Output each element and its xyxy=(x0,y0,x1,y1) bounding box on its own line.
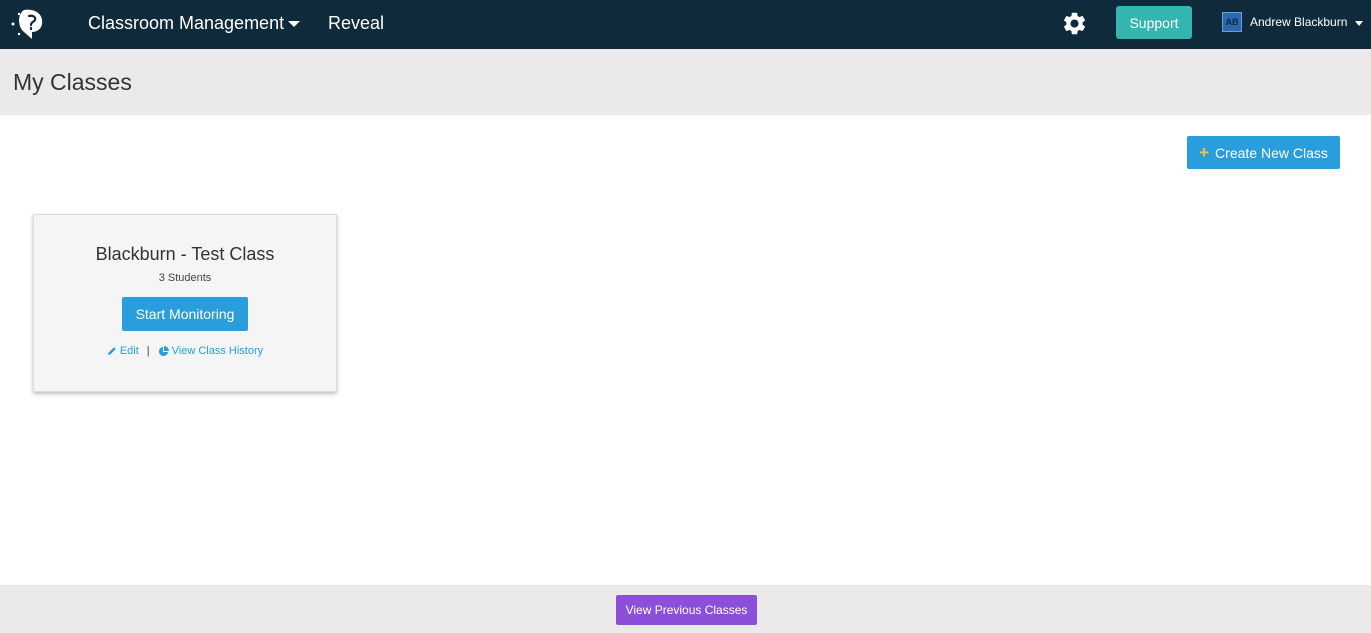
classroom-management-menu[interactable]: Classroom Management xyxy=(88,12,301,34)
user-name: Andrew Blackburn xyxy=(1250,15,1348,29)
class-name: Blackburn - Test Class xyxy=(95,244,275,264)
page-title: My Classes xyxy=(13,69,132,95)
top-navigation-bar: Classroom Management Reveal Support AB A… xyxy=(0,0,1371,49)
user-menu[interactable]: AB Andrew Blackburn xyxy=(1222,12,1364,32)
view-class-history-label: View Class History xyxy=(171,345,264,357)
create-new-class-button[interactable]: + Create New Class xyxy=(1187,136,1340,169)
view-class-history-link[interactable]: View Class History xyxy=(158,345,264,357)
support-button[interactable]: Support xyxy=(1116,6,1192,39)
link-separator: | xyxy=(146,345,150,357)
student-count: 3 Students xyxy=(158,272,212,284)
pencil-icon xyxy=(107,347,116,355)
start-monitoring-button[interactable]: Start Monitoring xyxy=(122,297,248,331)
edit-class-link[interactable]: Edit xyxy=(107,345,139,357)
pie-chart-icon xyxy=(158,345,169,356)
brand-logo-icon[interactable] xyxy=(10,6,46,42)
avatar: AB xyxy=(1222,12,1242,32)
footer-bar: View Previous Classes xyxy=(0,585,1371,633)
classroom-management-label: Classroom Management xyxy=(88,13,285,33)
chevron-down-icon xyxy=(288,21,301,27)
class-card-links: Edit | View Class History xyxy=(34,345,336,357)
gear-icon[interactable] xyxy=(1061,10,1088,37)
reveal-link[interactable]: Reveal xyxy=(328,12,384,34)
plus-icon: + xyxy=(1199,142,1210,162)
class-card: Blackburn - Test Class 3 Students Start … xyxy=(33,214,337,392)
edit-label: Edit xyxy=(119,345,139,357)
page-header: My Classes xyxy=(0,49,1371,115)
create-new-class-label: Create New Class xyxy=(1215,144,1328,161)
chevron-down-icon xyxy=(1355,20,1364,26)
view-previous-classes-button[interactable]: View Previous Classes xyxy=(616,595,757,625)
